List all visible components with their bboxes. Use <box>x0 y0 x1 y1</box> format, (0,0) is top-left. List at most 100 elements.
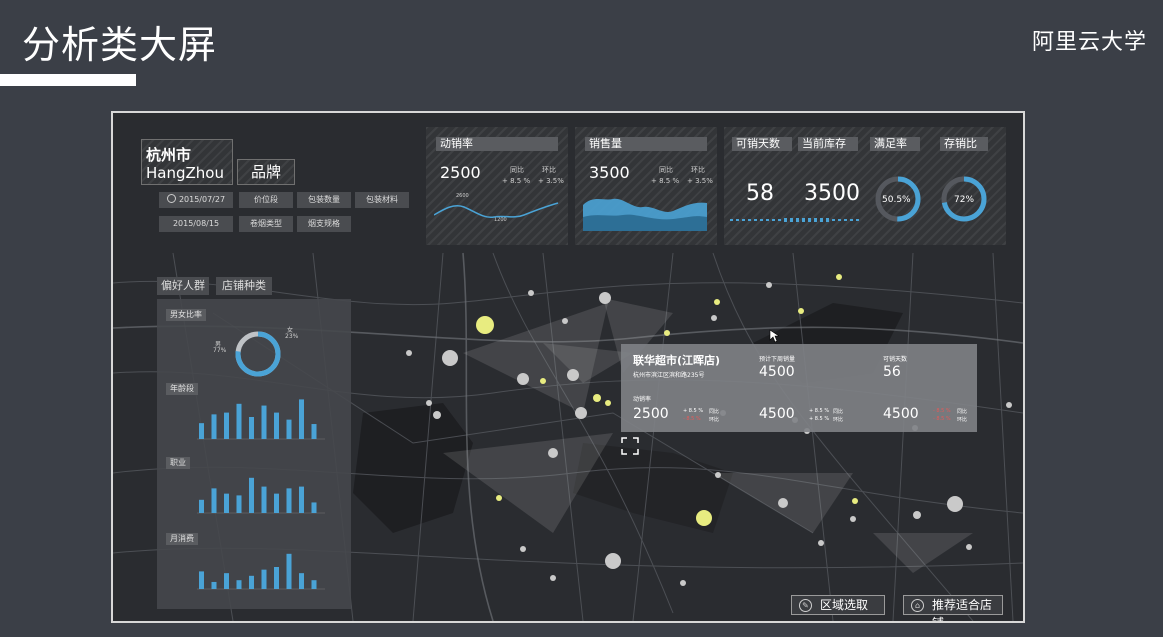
kpi-movement-mom: + 3.5% <box>538 177 564 185</box>
store-marker <box>766 282 772 288</box>
kpi-satisfy-value: 50.5% <box>882 195 911 205</box>
dot-bar-mark <box>766 219 769 221</box>
slide-title: 分析类大屏 <box>22 23 218 67</box>
kpi-movement-yoy: + 8.5 % <box>502 177 531 185</box>
bar <box>199 499 204 513</box>
store-marker <box>947 496 963 512</box>
kpi-movement-title: 动销率 <box>436 137 558 151</box>
dot-bar-mark <box>832 219 835 221</box>
kpi-sales-value: 3500 <box>589 163 630 182</box>
store-marker <box>575 407 587 419</box>
dot-bar-mark <box>856 219 859 221</box>
category-brand-tag[interactable]: 品牌 <box>237 159 295 185</box>
kpi-sales-panel: 销售量 3500 同比 环比 + 8.5 % + 3.5% <box>575 127 717 245</box>
bar <box>311 502 317 513</box>
dot-bar-mark <box>808 218 811 222</box>
dot-bar-mark <box>796 218 799 222</box>
dot-bar-mark <box>838 219 841 221</box>
kpi-days-value: 58 <box>746 181 774 206</box>
tab-preferred-crowd[interactable]: 偏好人群 <box>157 277 209 295</box>
tooltip-value-3-yoy-label: 同比 <box>957 409 968 415</box>
dashboard-frame: 杭州市 HangZhou 品牌 2015/07/27 2015/08/15 价位… <box>111 111 1025 623</box>
store-marker <box>426 400 432 406</box>
tooltip-forecast-value: 4500 <box>759 364 795 380</box>
store-marker <box>496 495 502 501</box>
store-marker <box>442 350 458 366</box>
title-underline <box>0 74 136 86</box>
store-marker <box>476 316 494 334</box>
tooltip-forecast-label: 预计下周销量 <box>759 356 796 363</box>
dot-bar-mark <box>736 219 739 221</box>
bar <box>249 575 254 589</box>
store-marker <box>715 472 721 478</box>
kpi-days-title: 可销天数 <box>732 137 792 151</box>
bar <box>261 405 267 439</box>
area-select-button[interactable]: ✎ 区域选取 <box>791 595 885 615</box>
date-end: 2015/08/15 <box>172 219 220 228</box>
kpi-stock-title: 当前库存 <box>798 137 858 151</box>
store-icon: ⌂ <box>911 599 924 612</box>
city-selector[interactable]: 杭州市 HangZhou <box>141 139 233 185</box>
tag-pack-count[interactable]: 包装数量 <box>297 192 351 208</box>
bar <box>274 567 279 589</box>
tag-pack-material[interactable]: 包装材料 <box>355 192 409 208</box>
bar <box>274 493 279 513</box>
pencil-icon: ✎ <box>799 599 812 612</box>
bar <box>311 424 317 439</box>
tag-cigarette-type[interactable]: 卷烟类型 <box>239 216 293 232</box>
tooltip-value-2-yoy-label: 同比 <box>833 409 844 415</box>
kpi-sales-yoy-label: 同比 <box>659 166 673 174</box>
bar <box>286 488 292 513</box>
recommend-stores-button[interactable]: ⌂ 推荐适合店铺 <box>903 595 1003 621</box>
spend-title: 月消费 <box>166 533 198 545</box>
store-marker <box>966 544 972 550</box>
bar <box>199 423 204 439</box>
kpi-satisfy-title: 满足率 <box>870 137 920 151</box>
bar <box>211 414 217 439</box>
bar <box>249 417 254 439</box>
dot-bar-mark <box>790 218 793 222</box>
dot-bar-mark <box>844 219 847 221</box>
bar <box>236 403 242 439</box>
kpi-stock-ratio-title: 存销比 <box>940 137 988 151</box>
dot-bar-mark <box>826 218 829 222</box>
tooltip-value-2-yoy: + 8.5 % <box>809 408 830 414</box>
city-name-cn: 杭州市 <box>146 146 192 164</box>
tag-cigarette-spec[interactable]: 烟支规格 <box>297 216 351 232</box>
tooltip-rate-value: 2500 <box>633 406 669 422</box>
store-marker <box>913 511 921 519</box>
bar <box>199 571 204 589</box>
store-marker <box>528 290 534 296</box>
store-marker <box>711 315 717 321</box>
kpi-sales-mom: + 3.5% <box>687 177 713 185</box>
bar <box>299 399 304 439</box>
tooltip-rate-yoy-label: 同比 <box>709 409 720 415</box>
store-marker <box>818 540 824 546</box>
gender-donut <box>235 331 281 377</box>
gender-ratio-title: 男女比率 <box>166 309 206 321</box>
tag-price-band[interactable]: 价位段 <box>239 192 293 208</box>
date-start-filter[interactable]: 2015/07/27 <box>159 192 233 208</box>
job-bar-chart <box>197 477 325 514</box>
store-marker <box>852 498 858 504</box>
date-end-filter[interactable]: 2015/08/15 <box>159 216 233 232</box>
tooltip-store-name: 联华超市(江晖店) <box>633 354 721 367</box>
tooltip-rate-mom-label: 环比 <box>709 417 720 423</box>
store-marker <box>548 448 558 458</box>
kpi-movement-yoy-label: 同比 <box>510 166 524 174</box>
kpi-days-dot-bar <box>730 218 859 222</box>
store-marker <box>517 373 529 385</box>
store-marker <box>1006 402 1012 408</box>
store-marker <box>778 498 788 508</box>
kpi-stock-ratio-value: 72% <box>954 195 975 205</box>
store-marker <box>567 369 579 381</box>
dot-bar-mark <box>742 219 745 221</box>
kpi-sales-area-chart <box>583 198 707 231</box>
store-marker <box>696 510 712 526</box>
bar <box>299 486 304 513</box>
tab-store-type[interactable]: 店铺种类 <box>216 277 272 295</box>
bar <box>224 493 229 513</box>
dot-bar-mark <box>850 219 853 221</box>
tooltip-value-2-mom: + 8.5 % <box>809 416 830 422</box>
store-marker <box>520 546 526 552</box>
